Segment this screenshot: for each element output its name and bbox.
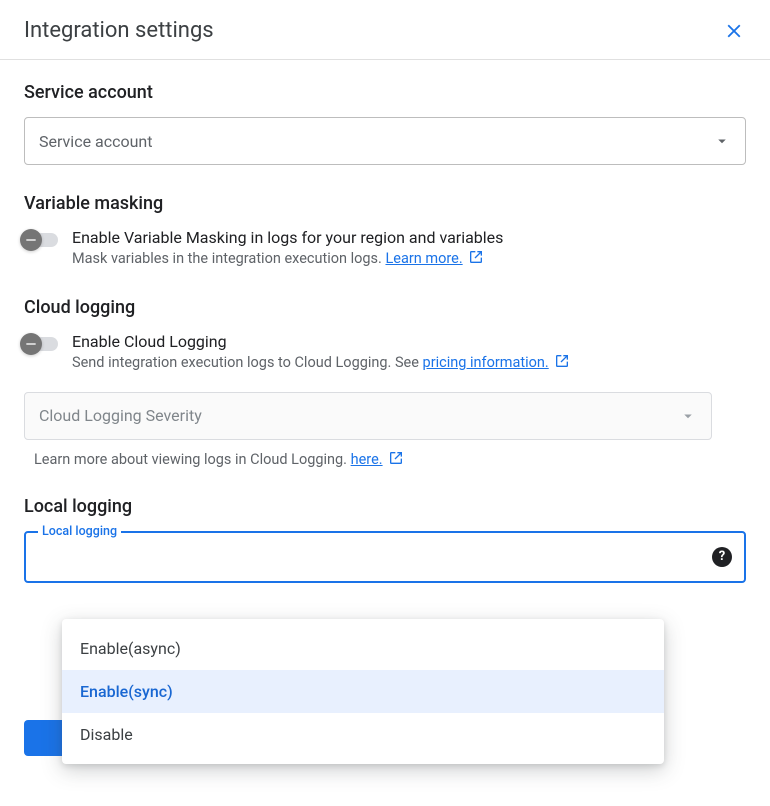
cloud-logging-help-note: Learn more about viewing logs in Cloud L… bbox=[24, 450, 746, 468]
minus-icon bbox=[20, 333, 42, 355]
chevron-down-icon bbox=[679, 407, 697, 425]
variable-masking-toggle[interactable] bbox=[24, 233, 58, 247]
page-title: Integration settings bbox=[24, 18, 214, 43]
local-logging-select[interactable]: Local logging ? bbox=[24, 531, 746, 583]
minus-icon bbox=[20, 229, 42, 251]
dialog-header: Integration settings bbox=[0, 0, 770, 60]
local-logging-option-async[interactable]: Enable(async) bbox=[62, 627, 664, 670]
variable-masking-heading: Variable masking bbox=[24, 193, 746, 214]
service-account-placeholder: Service account bbox=[39, 132, 152, 151]
local-logging-section: Local logging Local logging ? bbox=[24, 496, 746, 583]
local-logging-option-sync[interactable]: Enable(sync) bbox=[62, 670, 664, 713]
external-link-icon bbox=[388, 450, 404, 466]
local-logging-float-label: Local logging bbox=[38, 524, 121, 539]
variable-masking-text: Enable Variable Masking in logs for your… bbox=[72, 228, 503, 269]
cloud-logging-label: Enable Cloud Logging bbox=[72, 332, 570, 351]
help-icon[interactable]: ? bbox=[712, 547, 732, 567]
service-account-heading: Service account bbox=[24, 82, 746, 103]
external-link-icon bbox=[554, 353, 570, 369]
cloud-logging-severity-select[interactable]: Cloud Logging Severity bbox=[24, 392, 712, 440]
cloud-logging-desc: Send integration execution logs to Cloud… bbox=[72, 353, 570, 373]
pricing-information-link[interactable]: pricing information. bbox=[423, 354, 549, 371]
variable-masking-desc-text: Mask variables in the integration execut… bbox=[72, 250, 385, 267]
variable-masking-label: Enable Variable Masking in logs for your… bbox=[72, 228, 503, 247]
cloud-logging-desc-text: Send integration execution logs to Cloud… bbox=[72, 354, 423, 371]
variable-masking-section: Variable masking Enable Variable Masking… bbox=[24, 193, 746, 269]
cloud-logging-note-text: Learn more about viewing logs in Cloud L… bbox=[34, 451, 351, 468]
close-icon[interactable] bbox=[722, 19, 746, 43]
external-link-icon bbox=[468, 249, 484, 265]
service-account-section: Service account Service account bbox=[24, 82, 746, 165]
cloud-logging-text: Enable Cloud Logging Send integration ex… bbox=[72, 332, 570, 373]
cloud-logging-severity-placeholder: Cloud Logging Severity bbox=[39, 406, 202, 425]
chevron-down-icon bbox=[713, 132, 731, 150]
local-logging-heading: Local logging bbox=[24, 496, 746, 517]
cloud-logging-section: Cloud logging Enable Cloud Logging Send … bbox=[24, 297, 746, 467]
local-logging-option-disable[interactable]: Disable bbox=[62, 713, 664, 756]
cloud-logging-here-link[interactable]: here. bbox=[351, 451, 383, 468]
variable-masking-learn-more-link[interactable]: Learn more. bbox=[385, 250, 462, 267]
cloud-logging-heading: Cloud logging bbox=[24, 297, 746, 318]
local-logging-dropdown: Enable(async) Enable(sync) Disable bbox=[62, 619, 664, 764]
service-account-select[interactable]: Service account bbox=[24, 117, 746, 165]
cloud-logging-toggle[interactable] bbox=[24, 337, 58, 351]
variable-masking-desc: Mask variables in the integration execut… bbox=[72, 249, 503, 269]
